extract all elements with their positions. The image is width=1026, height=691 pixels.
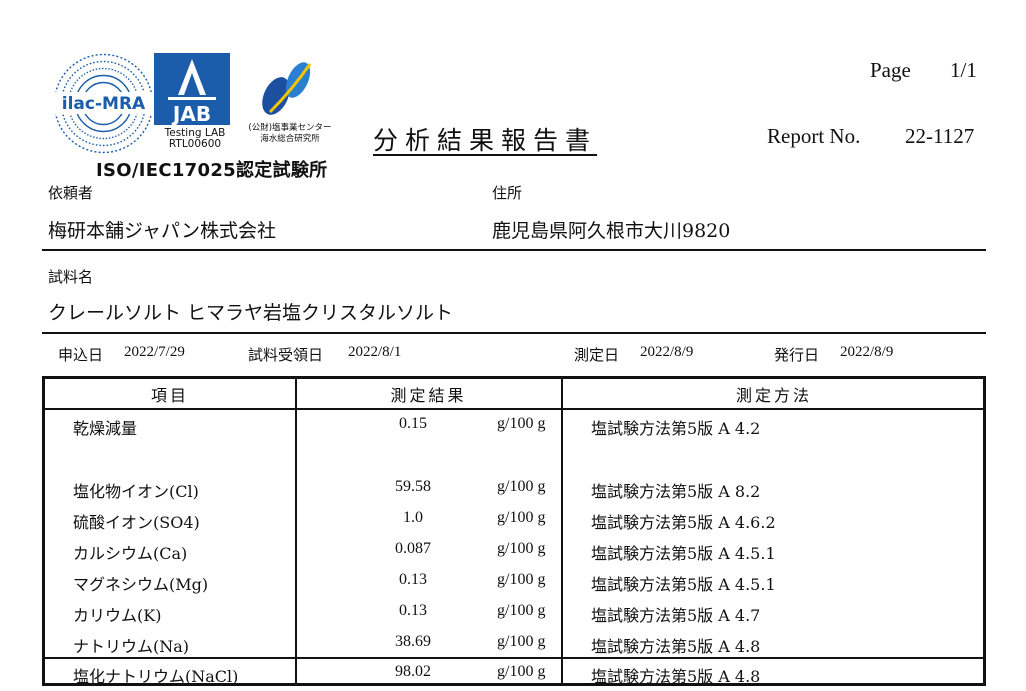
divider (42, 332, 986, 334)
row-method: 塩試験方法第5版 A 4.2 (591, 419, 761, 438)
row-unit: g/100 g (497, 540, 546, 557)
seawater-institute-caption: (公財)塩事業センター 海水総合研究所 (244, 123, 336, 145)
apply-date-value: 2022/7/29 (124, 344, 185, 360)
row-item: 塩化物イオン(Cl) (73, 482, 199, 501)
header-method: 測定方法 (735, 386, 812, 405)
report-number-value: 22-1127 (905, 124, 975, 148)
row-item: 塩化ナトリウム(NaCl) (73, 667, 239, 686)
divider (42, 249, 986, 251)
row-value: 98.02 (395, 663, 431, 680)
page-value: 1/1 (950, 58, 977, 82)
row-unit: g/100 g (497, 663, 546, 680)
row-item: カリウム(K) (73, 606, 162, 625)
table-row: 塩化物イオン(Cl) 59.58 g/100 g 塩試験方法第5版 A 8.2 (45, 478, 983, 506)
row-method: 塩試験方法第5版 A 8.2 (591, 482, 761, 501)
row-unit: g/100 g (497, 478, 546, 495)
row-item: 硫酸イオン(SO4) (73, 513, 200, 532)
row-value: 0.087 (395, 540, 431, 557)
table-row: 硫酸イオン(SO4) 1.0 g/100 g 塩試験方法第5版 A 4.6.2 (45, 509, 983, 537)
report-title: 分析結果報告書 (373, 126, 598, 155)
row-item: マグネシウム(Mg) (73, 575, 209, 594)
iso-accreditation-caption: ISO/IEC17025認定試験所 (96, 160, 328, 181)
address-label: 住所 (492, 184, 523, 202)
table-row: カルシウム(Ca) 0.087 g/100 g 塩試験方法第5版 A 4.5.1 (45, 540, 983, 568)
ilac-mra-logo: ilac-MRA (52, 53, 155, 154)
report-number-label: Report No. (767, 124, 861, 148)
total-rule (45, 657, 983, 659)
row-method: 塩試験方法第5版 A 4.8 (591, 667, 761, 686)
row-item: カルシウム(Ca) (73, 544, 188, 563)
seawater-institute-logo (262, 62, 312, 115)
measure-date-label: 測定日 (574, 346, 620, 364)
results-table: 項目 測定結果 測定方法 乾燥減量 0.15 g/100 g 塩試験方法第5版 … (42, 376, 986, 686)
row-value: 38.69 (395, 633, 431, 650)
header-result: 測定結果 (390, 386, 467, 405)
measure-date-value: 2022/8/9 (640, 344, 694, 360)
row-unit: g/100 g (497, 415, 546, 432)
jab-logo: JAB (154, 53, 230, 126)
salt-center-name: (公財)塩事業センター (248, 123, 332, 133)
receive-date-value: 2022/8/1 (348, 344, 402, 360)
issue-date-value: 2022/8/9 (840, 344, 894, 360)
jab-rtl-number: RTL00600 (168, 138, 222, 150)
row-value: 0.13 (399, 602, 427, 619)
row-method: 塩試験方法第5版 A 4.8 (591, 637, 761, 656)
row-method: 塩試験方法第5版 A 4.7 (591, 606, 761, 625)
row-value: 1.0 (403, 509, 423, 526)
row-unit: g/100 g (497, 571, 546, 588)
table-row: カリウム(K) 0.13 g/100 g 塩試験方法第5版 A 4.7 (45, 602, 983, 630)
table-row: 乾燥減量 0.15 g/100 g 塩試験方法第5版 A 4.2 (45, 415, 983, 443)
sample-value: クレールソルト ヒマラヤ岩塩クリスタルソルト (48, 302, 454, 324)
row-unit: g/100 g (497, 602, 546, 619)
client-value: 梅研本舗ジャパン株式会社 (48, 220, 277, 242)
row-item: 乾燥減量 (73, 419, 138, 438)
row-method: 塩試験方法第5版 A 4.5.1 (591, 575, 776, 594)
row-unit: g/100 g (497, 633, 546, 650)
table-row: 塩化ナトリウム(NaCl) 98.02 g/100 g 塩試験方法第5版 A 4… (45, 663, 983, 691)
header-rule (45, 408, 983, 410)
table-row: マグネシウム(Mg) 0.13 g/100 g 塩試験方法第5版 A 4.5.1 (45, 571, 983, 599)
page-label: Page (870, 58, 911, 82)
row-method: 塩試験方法第5版 A 4.5.1 (591, 544, 776, 563)
apply-date-label: 申込日 (58, 346, 104, 364)
row-value: 0.15 (399, 415, 427, 432)
row-item: ナトリウム(Na) (73, 637, 190, 656)
row-value: 0.13 (399, 571, 427, 588)
row-value: 59.58 (395, 478, 431, 495)
sample-label: 試料名 (48, 268, 94, 286)
client-label: 依頼者 (48, 184, 94, 202)
receive-date-label: 試料受領日 (248, 346, 324, 364)
issue-date-label: 発行日 (774, 346, 820, 364)
row-method: 塩試験方法第5版 A 4.6.2 (591, 513, 776, 532)
header-item: 項目 (150, 386, 189, 405)
address-value: 鹿児島県阿久根市大川9820 (492, 220, 731, 242)
institute-name: 海水総合研究所 (260, 134, 320, 144)
svg-text:ilac-MRA: ilac-MRA (62, 94, 146, 114)
jab-caption: Testing LAB RTL00600 (150, 128, 240, 150)
row-unit: g/100 g (497, 509, 546, 526)
svg-text:JAB: JAB (171, 102, 211, 125)
